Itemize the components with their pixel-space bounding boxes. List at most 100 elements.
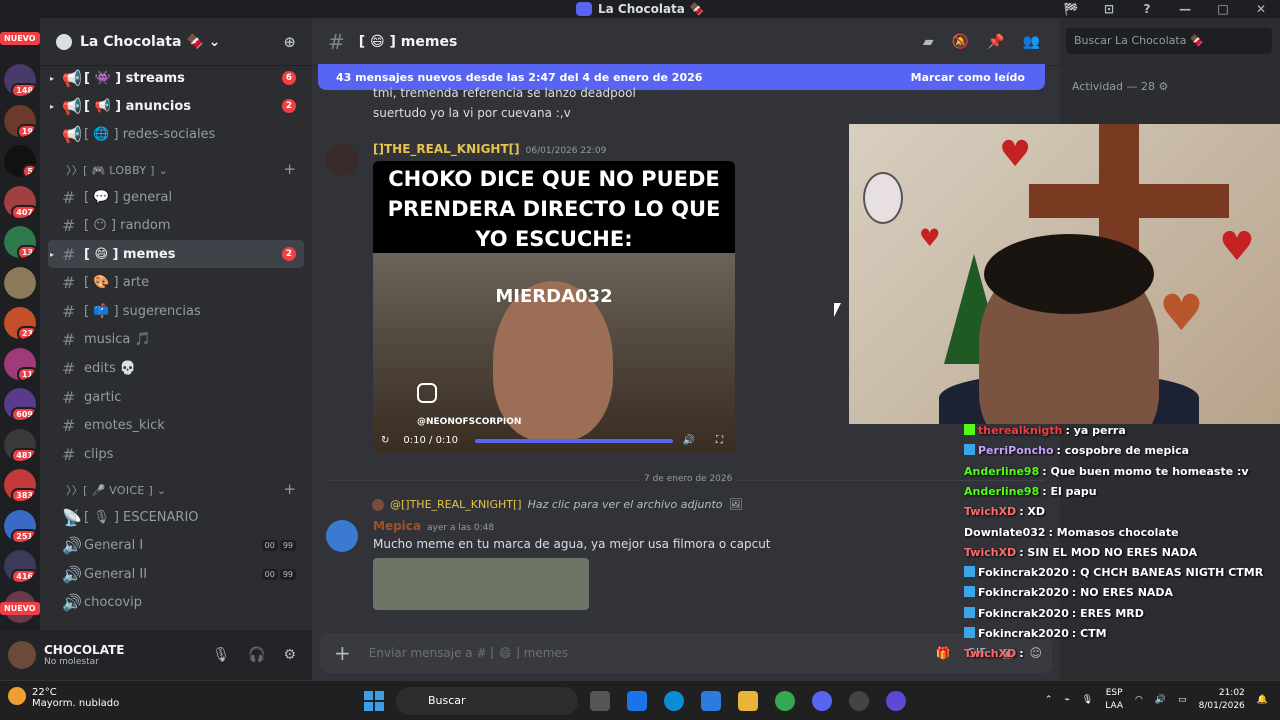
channel-item[interactable]: # emotes_kick [48,411,304,439]
server-icon[interactable]: 251 [4,509,36,542]
obs-icon[interactable] [849,691,869,711]
video-attachment[interactable]: CHOKO DICE QUE NO PUEDE PRENDERA DIRECTO… [373,161,735,453]
start-button[interactable] [364,691,384,711]
avatar[interactable] [326,144,358,176]
channel-item[interactable]: ▸ # [ 😄 ] memes 2 [48,240,304,268]
settings-gear-icon[interactable]: ⚙ [283,647,296,663]
threads-icon[interactable]: ▰ [923,34,934,50]
region[interactable]: LAA [1105,700,1123,713]
channel-item[interactable]: # [ 💬 ] general [48,183,304,211]
server-icon[interactable]: 416 [4,550,36,582]
add-channel-icon[interactable]: + [283,160,296,178]
channel-item[interactable]: ▸ 📢[ 📢 ] anuncios 2 [48,92,304,120]
hash-icon: # [62,244,76,264]
avatar[interactable] [8,641,36,669]
message-author[interactable]: Mepica [373,519,421,533]
add-attachment-icon[interactable]: + [334,641,351,665]
search-input[interactable]: Buscar La Chocolata 🍫 [1066,28,1272,54]
channel-item[interactable]: 🔊 General II 00 99 [48,560,304,588]
microphone-icon[interactable]: 🎙 [1082,695,1093,705]
headphones-icon[interactable]: 🎧 [248,647,265,663]
taskbar-search[interactable]: Buscar [396,687,578,715]
replay-icon[interactable]: ↻ [381,435,389,446]
clock[interactable]: 21:02 8/01/2026 [1199,687,1245,713]
network-icon[interactable]: ⌁ [1064,695,1069,705]
channel-item[interactable]: # clips [48,440,304,468]
weather-widget[interactable]: 22°C Mayorm. nublado [8,687,119,709]
avatar[interactable] [326,520,358,552]
screen-icon[interactable]: ⊡ [1090,0,1128,18]
server-icon[interactable]: 407 [4,185,36,218]
video-overlay-text: MIERDA032 [495,286,613,307]
members-icon[interactable]: 👥 [1023,34,1040,50]
voice-limit: 00 99 [261,568,296,580]
channel-item[interactable]: 📡[ 🎙 ] ESCENARIO [48,503,304,531]
chat-message: : SIN EL MOD NO ERES NADA [1019,545,1198,559]
server-icon[interactable]: 609 [4,388,36,420]
language[interactable]: ESP [1105,687,1123,700]
message-author[interactable]: []THE_REAL_KNIGHT[] [373,142,520,156]
server-icon[interactable] [4,266,36,299]
pin-icon[interactable]: 📌 [987,34,1004,50]
microphone-icon[interactable]: 🎙 [212,647,230,663]
category-voice[interactable]: 〉〉[ 🎤 VOICE ] ⌄ [66,482,166,498]
volume-icon[interactable]: 🔊 [683,435,695,446]
channel-item[interactable]: 🔊 General I 00 99 [48,531,304,559]
discord-icon[interactable] [812,691,832,711]
notification-icon[interactable]: 🔔 [1257,695,1268,705]
add-voice-channel-icon[interactable]: + [283,480,296,498]
image-attachment[interactable] [373,558,589,610]
channel-item[interactable]: 🔊 chocovip [48,588,304,616]
channel-item[interactable]: # [ 📫 ] sugerencias [48,297,304,325]
reply-preview[interactable]: @[]THE_REAL_KNIGHT[] Haz clic para ver e… [372,498,742,511]
help-icon[interactable]: ? [1128,0,1166,18]
channel-item[interactable]: # edits 💀 [48,354,304,382]
maximize-button[interactable]: □ [1204,0,1242,18]
app-icon[interactable] [886,691,906,711]
video-progress-bar[interactable] [475,439,673,443]
channel-item[interactable]: 📢[ 🌐 ] redes-sociales [48,120,304,148]
battery-icon[interactable]: ▭ [1178,695,1187,705]
hash-icon: # [62,358,76,378]
reply-mention[interactable]: @[]THE_REAL_KNIGHT[] [390,498,522,511]
mark-read-button[interactable]: Marcar como leído [911,71,1025,84]
close-button[interactable]: ✕ [1242,0,1280,18]
server-icon[interactable]: 481 [4,428,36,461]
server-icon[interactable]: 383 [4,469,36,501]
task-view-icon[interactable] [590,691,610,711]
notifications-icon[interactable]: 🔕 [952,34,969,50]
message-input[interactable]: + Enviar mensaje a # [ 😄 ] memes 🎁 GIF ▣… [320,633,1052,673]
invite-icon[interactable]: ⊕ [283,33,296,51]
server-icon[interactable]: 23 [4,307,36,339]
wifi-icon[interactable]: ◠ [1135,695,1143,705]
server-icon[interactable]: 148 [4,64,36,96]
fullscreen-icon[interactable]: ⛶ [716,435,723,446]
edge-icon[interactable] [664,691,684,711]
store-icon[interactable] [701,691,721,711]
channel-item[interactable]: # gartic [48,383,304,411]
category-lobby[interactable]: 〉〉[ 🎮 LOBBY ] ⌄ [66,162,168,178]
channel-item[interactable]: # [ 🎨 ] arte [48,268,304,296]
guild-header[interactable]: La Chocolata 🍫 ⌄ ⊕ [40,18,312,66]
mention-badge: 2 [281,247,296,261]
inbox-icon[interactable]: 🏁 [1052,0,1090,18]
stream-chat-line: Fokincrak2020: ERES MRD [964,606,1144,620]
server-icon[interactable]: 5 [4,145,36,177]
minimize-button[interactable]: — [1166,0,1204,18]
announcement-icon: 📢 [62,68,82,88]
server-icon[interactable]: 11 [4,347,36,380]
chevron-up-icon[interactable]: ⌃ [1045,695,1053,705]
file-explorer-icon[interactable] [738,691,758,711]
channel-item[interactable]: ▸ 📢[ 👾 ] streams 6 [48,64,304,92]
chrome-icon[interactable] [775,691,795,711]
channel-item[interactable]: # musica 🎵 [48,325,304,353]
channel-item[interactable]: # [ 😶 ] random [48,211,304,239]
channel-label: [ 🎙 ] ESCENARIO [84,509,199,525]
outlook-icon[interactable] [627,691,647,711]
gift-icon[interactable]: 🎁 [935,646,950,660]
server-icon[interactable]: 19 [4,104,36,137]
volume-icon[interactable]: 🔊 [1155,695,1166,705]
server-icon[interactable]: 13 [4,226,36,258]
reply-text[interactable]: Haz clic para ver el archivo adjunto [528,498,723,511]
activity-header[interactable]: Actividad — 28 ⚙ [1072,80,1168,93]
